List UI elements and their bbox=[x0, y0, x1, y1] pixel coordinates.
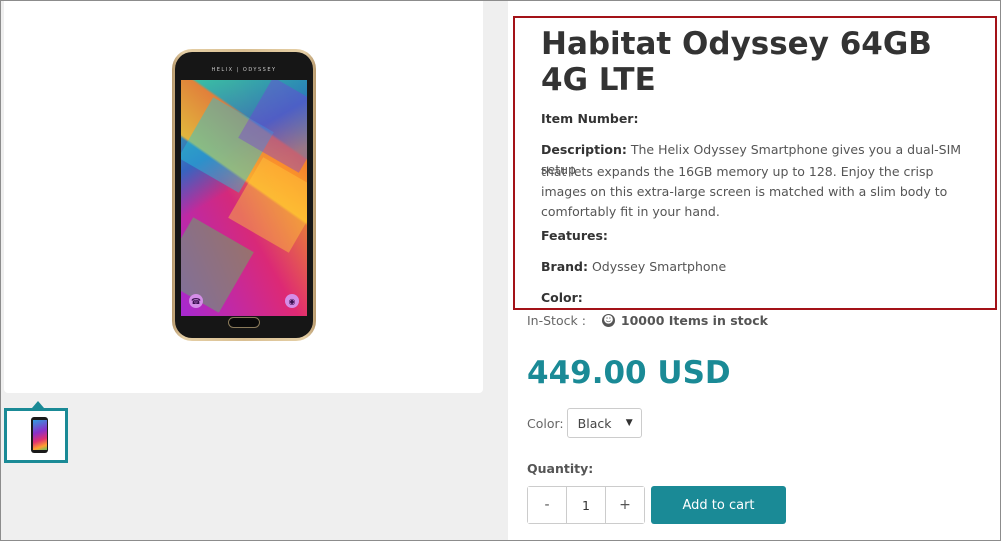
quantity-input[interactable]: 1 bbox=[566, 487, 606, 523]
thumbnail-phone-image bbox=[31, 417, 48, 453]
description-text-continued: that lets expands the 16GB memory up to … bbox=[541, 162, 971, 222]
phone-call-icon: ☎ bbox=[189, 294, 203, 308]
product-thumbnail[interactable] bbox=[4, 408, 68, 463]
item-number-row: Item Number: bbox=[541, 109, 971, 129]
quantity-stepper: - 1 + bbox=[527, 486, 645, 524]
add-to-cart-button[interactable]: Add to cart bbox=[651, 486, 786, 524]
color-option-label: Color: bbox=[527, 415, 564, 431]
stock-value: 10000 Items in stock bbox=[620, 313, 768, 328]
stock-status: In-Stock : ☻ 10000 Items in stock bbox=[527, 313, 768, 328]
features-row: Features: bbox=[541, 226, 971, 246]
phone-screen: ☎ ◉ bbox=[181, 80, 307, 316]
quantity-label: Quantity: bbox=[527, 461, 594, 476]
product-price: 449.00 USD bbox=[527, 355, 731, 391]
phone-home-button bbox=[228, 317, 260, 328]
phone-brand-text: HELIX | ODYSSEY bbox=[211, 67, 277, 73]
description-label: Description: bbox=[541, 142, 627, 157]
phone-image: HELIX | ODYSSEY ☎ ◉ bbox=[172, 49, 316, 341]
color-info-row: Color: bbox=[541, 288, 971, 308]
brand-value: Odyssey Smartphone bbox=[591, 259, 727, 274]
chevron-down-icon: ▼ bbox=[625, 418, 633, 428]
product-title: Habitat Odyssey 64GB 4G LTE bbox=[541, 26, 932, 98]
features-label: Features: bbox=[541, 228, 608, 243]
camera-icon: ◉ bbox=[285, 294, 299, 308]
smiley-icon: ☻ bbox=[601, 314, 615, 327]
quantity-increment-button[interactable]: + bbox=[606, 487, 644, 523]
main-product-image[interactable]: HELIX | ODYSSEY ☎ ◉ bbox=[4, 1, 483, 393]
product-gallery: HELIX | ODYSSEY ☎ ◉ bbox=[1, 1, 508, 540]
item-number-label: Item Number: bbox=[541, 111, 639, 126]
quantity-decrement-button[interactable]: - bbox=[528, 487, 566, 523]
stock-label: In-Stock : bbox=[527, 313, 586, 328]
color-info-label: Color: bbox=[541, 290, 583, 305]
thumbnail-indicator-arrow bbox=[32, 401, 44, 408]
description-text-line2: that lets expands the 16GB memory up to … bbox=[541, 164, 948, 219]
color-option-row: Color: Black ▼ bbox=[527, 408, 642, 438]
color-select[interactable]: Black ▼ bbox=[566, 408, 642, 438]
brand-label: Brand: bbox=[541, 259, 588, 274]
color-select-value: Black bbox=[577, 415, 612, 431]
brand-row: Brand: Odyssey Smartphone bbox=[541, 257, 971, 277]
